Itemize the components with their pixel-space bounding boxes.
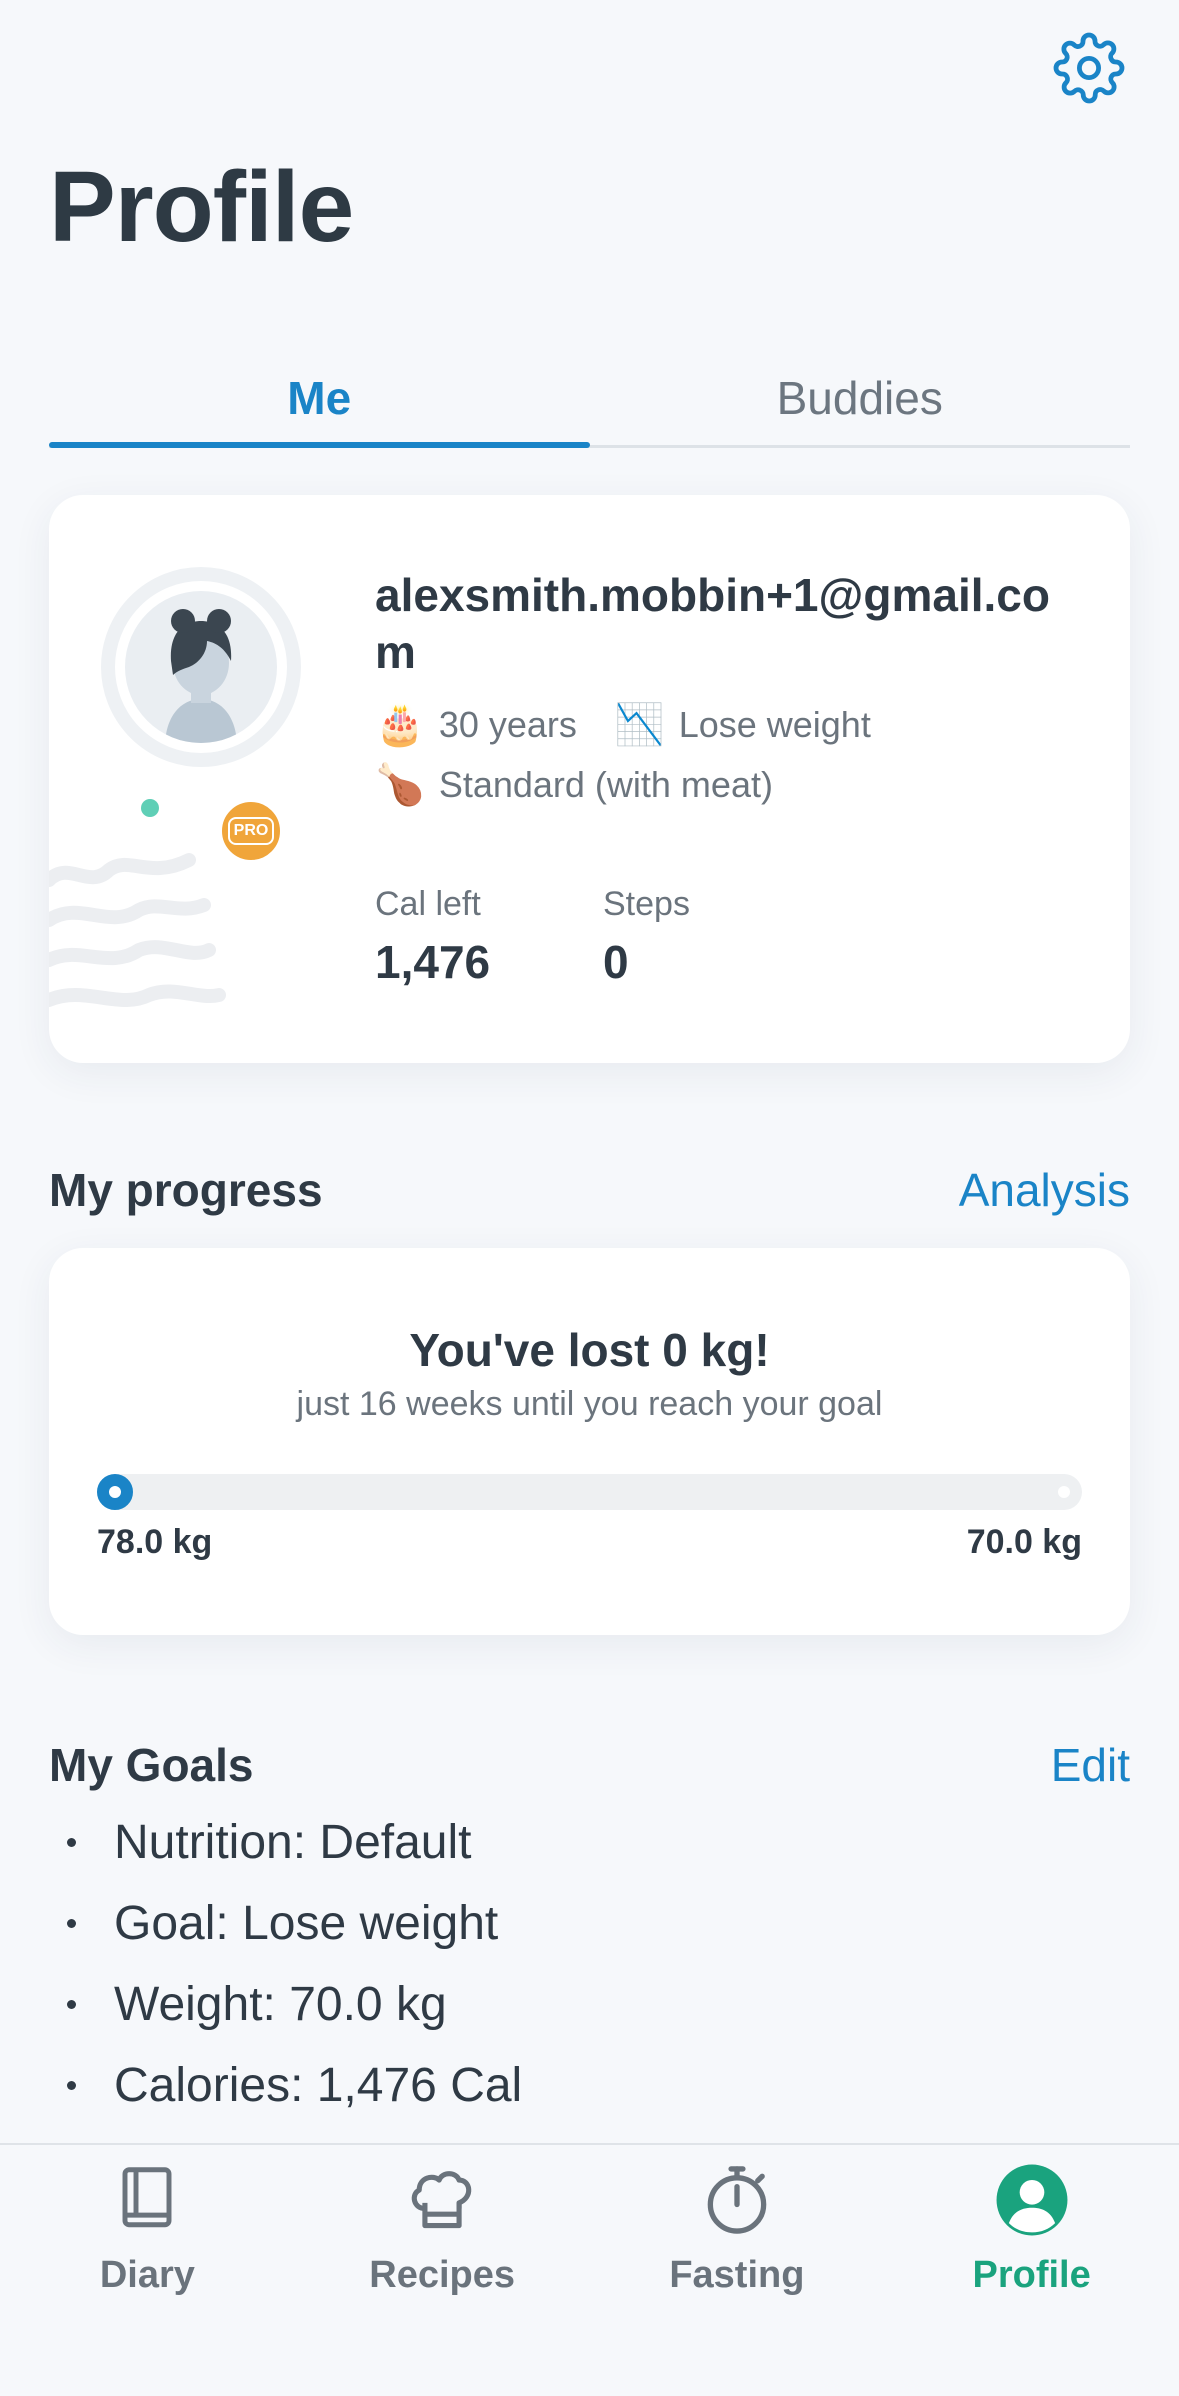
profile-meta-row: 🎂 30 years 📉 Lose weight: [375, 701, 871, 748]
profile-screen: Profile Me Buddies PRO alexsmith.mobbin+…: [0, 0, 1179, 2396]
edit-goals-link[interactable]: Edit: [1051, 1738, 1130, 1792]
tab-buddies[interactable]: Buddies: [590, 350, 1131, 445]
progress-subline: just 16 weeks until you reach your goal: [296, 1385, 883, 1423]
goal-calories: Calories: 1,476 Cal: [49, 2058, 522, 2113]
goal-goal: Goal: Lose weight: [49, 1896, 498, 1951]
avatar[interactable]: PRO: [101, 567, 301, 867]
goal-nutrition: Nutrition: Default: [49, 1815, 472, 1870]
bullet: [67, 1838, 76, 1847]
bullet: [67, 2000, 76, 2009]
nav-fasting[interactable]: Fasting: [590, 2145, 885, 2396]
drumstick-icon: 🍗: [375, 763, 425, 807]
profile-diet-row: 🍗 Standard (with meat): [375, 761, 773, 808]
stopwatch-icon: [697, 2160, 777, 2240]
chef-hat-icon: [402, 2160, 482, 2240]
steps-label: Steps: [603, 885, 690, 923]
user-icon: [992, 2160, 1072, 2240]
user-email: alexsmith.mobbin+1@gmail.com: [375, 569, 1050, 678]
steps-value: 0: [603, 936, 629, 988]
tab-me[interactable]: Me: [49, 350, 590, 448]
goal-weight-label: 70.0 kg: [966, 1523, 1082, 1561]
avatar-silhouette-icon: [165, 609, 237, 743]
nav-diary[interactable]: Diary: [0, 2145, 295, 2396]
profile-tabs: Me Buddies: [49, 350, 1130, 448]
cal-left-label: Cal left: [375, 885, 481, 923]
profile-card: PRO alexsmith.mobbin+1@gmail.com 🎂 30 ye…: [49, 495, 1130, 1063]
goal-text: Lose weight: [678, 703, 871, 745]
gear-icon: [1053, 32, 1125, 104]
progress-start-marker: [97, 1474, 133, 1510]
avatar-image: [125, 591, 277, 743]
nav-profile[interactable]: Profile: [884, 2145, 1179, 2396]
age-text: 30 years: [438, 703, 577, 745]
start-weight-label: 78.0 kg: [97, 1523, 213, 1561]
book-icon: [107, 2160, 187, 2240]
bullet: [67, 2081, 76, 2090]
page-title: Profile: [49, 151, 354, 263]
analysis-link[interactable]: Analysis: [959, 1163, 1130, 1217]
diet-text: Standard (with meat): [438, 763, 773, 805]
progress-end-marker: [1058, 1486, 1070, 1498]
online-dot: [141, 799, 159, 817]
bottom-nav: Diary Recipes Fasting Profile: [0, 2143, 1179, 2396]
settings-button[interactable]: [1049, 28, 1129, 108]
progress-section-title: My progress: [49, 1164, 323, 1216]
cake-icon: 🎂: [375, 703, 425, 747]
progress-headline: You've lost 0 kg!: [409, 1324, 770, 1376]
nav-recipes[interactable]: Recipes: [295, 2145, 590, 2396]
goals-section-title: My Goals: [49, 1739, 254, 1791]
cal-left-value: 1,476: [375, 936, 491, 988]
weight-progress-bar: [97, 1474, 1082, 1510]
progress-card: You've lost 0 kg! just 16 weeks until yo…: [49, 1248, 1130, 1635]
decorative-scribble: [49, 853, 226, 1007]
goal-weight: Weight: 70.0 kg: [49, 1977, 447, 2032]
bullet: [67, 1919, 76, 1928]
chart-down-icon: 📉: [614, 703, 665, 747]
